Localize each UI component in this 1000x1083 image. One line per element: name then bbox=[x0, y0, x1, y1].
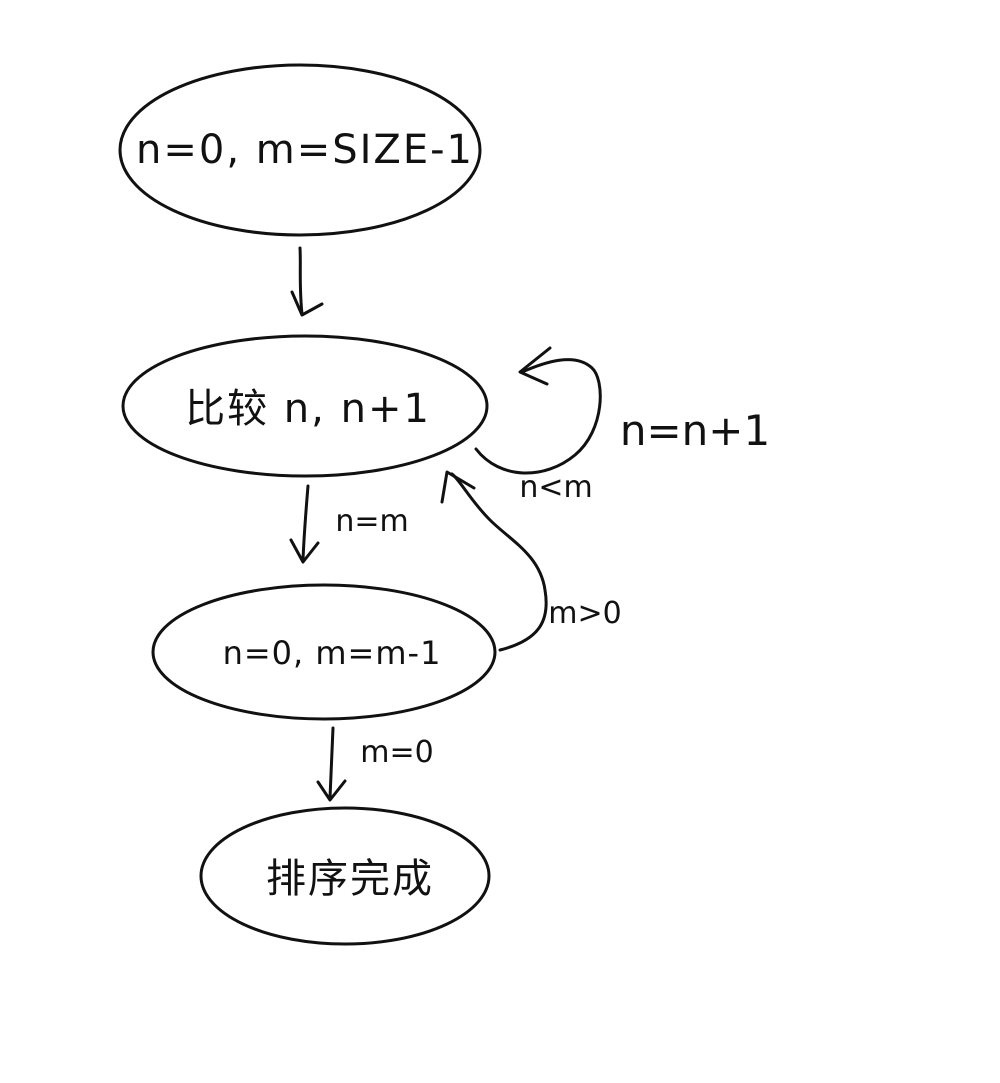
node-reset: n=0, m=m-1 bbox=[151, 583, 497, 721]
edge-compare-loop-label: n<m bbox=[519, 470, 592, 505]
edge-init-to-compare-line bbox=[298, 246, 304, 316]
edge-compare-to-reset-line bbox=[301, 484, 310, 562]
loop-annotation: n=n+1 bbox=[620, 406, 770, 455]
edge-reset-to-done-line bbox=[328, 726, 335, 800]
node-compare: 比较 n, n+1 bbox=[121, 334, 489, 478]
edge-reset-to-compare-label: m>0 bbox=[548, 596, 621, 631]
node-compare-label: 比较 n, n+1 bbox=[185, 386, 431, 432]
edge-init-to-compare bbox=[290, 246, 324, 317]
edge-compare-to-reset-label: n=m bbox=[335, 504, 408, 539]
edge-init-to-compare-arrowhead bbox=[290, 290, 324, 317]
edge-compare-loop: n<m bbox=[474, 346, 602, 505]
edge-reset-to-done: m=0 bbox=[316, 726, 434, 802]
node-init-label: n=0, m=SIZE-1 bbox=[136, 127, 474, 173]
node-init: n=0, m=SIZE-1 bbox=[118, 63, 482, 237]
flowchart-canvas: n=0, m=SIZE-1 比较 n, n+1 n<m n=n+1 n=m n=… bbox=[118, 63, 770, 946]
edge-reset-to-done-label: m=0 bbox=[360, 735, 433, 770]
edge-compare-loop-line bbox=[474, 358, 602, 475]
node-done: 排序完成 bbox=[199, 806, 491, 946]
edge-compare-to-reset: n=m bbox=[289, 484, 409, 564]
node-done-label: 排序完成 bbox=[266, 856, 434, 902]
node-reset-label: n=0, m=m-1 bbox=[223, 634, 442, 672]
